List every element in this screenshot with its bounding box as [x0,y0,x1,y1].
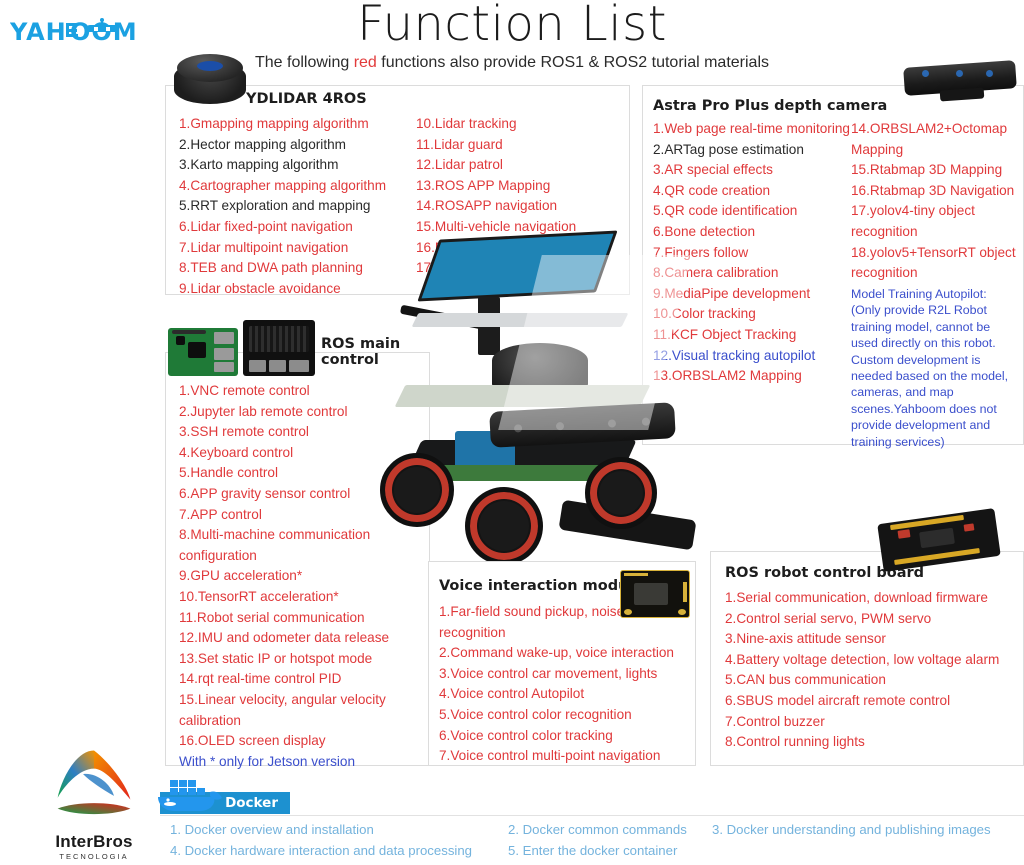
list-item: 3.AR special effects [653,162,773,178]
subtitle-highlight: red [353,54,377,71]
list-item-jetson-note: With * only for Jetson version [179,753,356,769]
list-item: 4.Voice control Autopilot [439,686,585,702]
list-item: 15.Linear velocity, angular velocity cal… [179,691,386,728]
lidar-puck-photo [170,48,250,110]
raspberry-pi-board-photo [168,328,238,376]
list-item: 7.Voice control multi-point navigation [439,748,661,764]
list-item: 6.Voice control color tracking [439,727,613,743]
list-item: 2.ARTag pose estimation [653,141,804,157]
panel-voice-module-title: Voice interaction module [439,578,644,594]
docker-whale-icon [158,780,222,811]
list-item: 7.Control buzzer [725,713,825,729]
interbros-tagline: TECNOLOGIA [59,852,129,861]
list-item: 1.Gmapping mapping algorithm [179,116,369,131]
list-item: 16.OLED screen display [179,733,326,749]
subtitle-before: The following [254,54,354,71]
list-item: 16.Rtabmap 3D Navigation [851,182,1015,198]
list-item: 6.SBUS model aircraft remote control [725,692,951,708]
subtitle-after: functions also provide ROS1 & ROS2 tutor… [376,54,769,71]
interbros-triangle-icon [57,750,131,815]
ros-control-board-photo [877,508,1001,572]
list-item: 10.TensorRT acceleration* [179,588,339,604]
list-item: 3.Voice control car movement, lights [439,665,658,681]
list-item: 12.Lidar patrol [416,157,503,173]
panel-voice-list-wrap: 1.Far-field sound pickup, noise reductio… [439,602,689,767]
interbros-logo: InterBros TECNOLOGIA [35,745,153,861]
list-item: 2.Command wake-up, voice interaction [439,645,674,661]
panel-ydlidar-title: YDLIDAR 4ROS [246,91,367,107]
panel-control-board-list-wrap: 1.Serial communication, download firmwar… [725,588,1023,753]
list-item: 1.Serial communication, download firmwar… [725,590,988,605]
docker-item-2: 2. Docker common commands [508,822,687,837]
astra-model-training-note: Model Training Autopilot: (Only provide … [851,287,1009,449]
docker-item-3: 3. Docker understanding and publishing i… [712,822,991,837]
list-item: 4.Cartographer mapping algorithm [179,177,387,193]
list-item: 4.Battery voltage detection, low voltage… [725,651,1000,667]
list-item: 11.Robot serial communication [179,609,365,625]
voice-feature-list: 1.Far-field sound pickup, noise reductio… [439,602,689,767]
list-item: 13.ROS APP Mapping [416,177,551,193]
control-board-feature-list: 1.Serial communication, download firmwar… [725,588,1023,753]
list-item: 2.Hector mapping algorithm [179,136,346,152]
list-item: 5.Voice control color recognition [439,706,632,722]
panel-astra-column-right: 14.ORBSLAM2+Octomap Mapping 15.Rtabmap 3… [851,119,1019,284]
function-list-poster: YAH OOM Function List The following red … [0,0,1024,865]
list-item: 14.rqt real-time control PID [179,671,342,687]
list-item: 11.Lidar guard [416,136,503,152]
depth-camera-photo [900,58,1024,108]
page-title: Function List [357,0,667,52]
docker-divider [160,815,1024,816]
list-item: 13.Set static IP or hotspot mode [179,650,373,666]
robot-car-photo [370,225,700,570]
list-item: 14.ROSAPP navigation [416,198,558,214]
list-item: 4.QR code creation [653,182,771,198]
list-item: 2.Control serial servo, PWM servo [725,610,932,626]
astra-feature-list-right: 14.ORBSLAM2+Octomap Mapping 15.Rtabmap 3… [851,119,1019,284]
panel-astra-camera-title: Astra Pro Plus depth camera [653,98,888,114]
docker-item-1: 1. Docker overview and installation [170,822,374,837]
page-subtitle: The following red functions also provide… [0,54,1024,72]
docker-item-5: 5. Enter the docker container [508,843,678,858]
list-item: 3.Nine-axis attitude sensor [725,631,886,647]
list-item: 17.yolov4-tiny object recognition [851,203,975,239]
list-item: 12.IMU and odometer data release [179,630,390,646]
list-item: 10.Lidar tracking [416,116,517,131]
list-item: 15.Rtabmap 3D Mapping [851,162,1003,178]
interbros-name: InterBros [55,832,133,851]
list-item: 5.QR code identification [653,203,798,219]
docker-item-4: 4. Docker hardware interaction and data … [170,843,473,858]
jetson-board-photo [243,320,315,376]
list-item: 8.Control running lights [725,734,865,750]
panel-ros-control-board: ROS robot control board 1.Serial communi… [710,551,1024,766]
list-item: 5.CAN bus communication [725,672,886,688]
list-item: 5.RRT exploration and mapping [179,198,371,214]
list-item: 1.Web page real-time monitoring [653,121,850,136]
voice-module-board-photo [620,570,690,618]
list-item: 14.ORBSLAM2+Octomap Mapping [851,121,1008,157]
list-item: 18.yolov5+TensorRT object recognition [851,244,1016,281]
docker-section: Docker 1. Docker overview and installati… [158,780,1024,864]
docker-badge-label: Docker [225,795,278,811]
list-item: 3.Karto mapping algorithm [179,157,339,173]
